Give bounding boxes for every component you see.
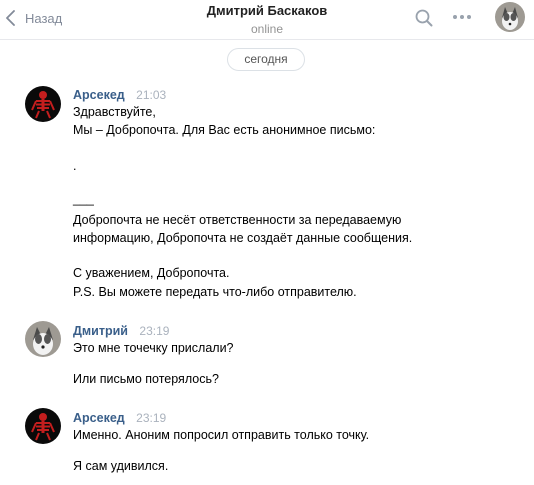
date-separator: сегодня (227, 48, 305, 71)
sender-avatar-dmitry[interactable] (25, 321, 61, 357)
message-time: 23:19 (139, 324, 170, 338)
message-header: Дмитрий 23:19 (73, 322, 169, 340)
more-dots-icon[interactable] (452, 14, 472, 20)
contact-info: Дмитрий Баскаков online (0, 3, 534, 37)
message-text-line: Здравствуйте, (73, 105, 156, 119)
message-text-line: С уважением, Добропочта. (73, 266, 230, 280)
contact-status: online (250, 22, 284, 36)
message-text-line: . (73, 159, 77, 173)
message-time: 23:19 (136, 411, 167, 425)
message-header: Арсекед 23:19 (73, 409, 166, 427)
search-icon[interactable] (415, 9, 433, 27)
contact-avatar[interactable] (495, 2, 525, 32)
sender-avatar-arsekead[interactable] (25, 86, 61, 122)
chat-header: Назад Дмитрий Баскаков online (0, 0, 534, 40)
message-text-line: Именно. Аноним попросил отправить только… (73, 428, 370, 442)
message-author[interactable]: Арсекед (73, 411, 125, 425)
message-text-line: P.S. Вы можете передать что-либо отправи… (73, 285, 357, 299)
message-text-line: информацию, Добропочта не создаёт данные… (73, 231, 413, 245)
message-text-line: Добропочта не несёт ответственности за п… (73, 213, 402, 227)
message-text-line: Это мне точечку прислали? (73, 341, 234, 355)
sender-avatar-arsekead[interactable] (25, 408, 61, 444)
message-time: 21:03 (136, 88, 167, 102)
message-author[interactable]: Арсекед (73, 88, 125, 102)
message-text-line: Я сам удивился. (73, 459, 169, 473)
message-header: Арсекед 21:03 (73, 86, 166, 104)
message-text-line: Мы – Добропочта. Для Вас есть анонимное … (73, 123, 376, 137)
message-author[interactable]: Дмитрий (73, 324, 128, 338)
message-text-line: Или письмо потерялось? (73, 372, 219, 386)
message-text-line: ___ (73, 192, 94, 206)
